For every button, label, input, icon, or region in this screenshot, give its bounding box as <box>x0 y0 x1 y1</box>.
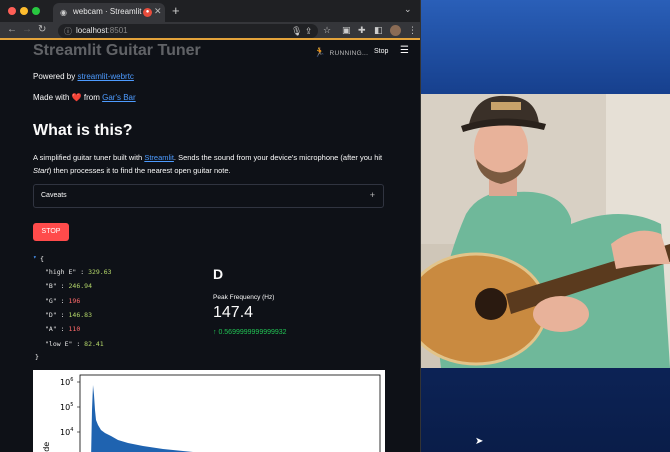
y-tick-label: 104 <box>60 427 73 437</box>
caveats-label: Caveats <box>41 192 67 199</box>
y-tick-label: 105 <box>60 402 73 412</box>
bookmark-star-icon[interactable]: ☆ <box>323 25 331 36</box>
y-axis-label: tude <box>42 442 51 452</box>
close-tab-icon[interactable]: ✕ <box>154 6 162 17</box>
mouse-cursor-icon: ➤ <box>475 436 484 447</box>
json-key: "A" <box>45 325 57 334</box>
json-row: "D" : 146.83 <box>45 311 92 319</box>
browser-menu-icon[interactable]: ⋮ <box>408 25 417 36</box>
running-status: 🏃 RUNNING... <box>314 47 368 58</box>
streamlit-link[interactable]: Streamlit <box>144 153 174 162</box>
json-value: 196 <box>68 296 81 305</box>
webcam-video-feed <box>421 94 670 368</box>
webcam-extension-icon[interactable]: ▣ <box>342 25 351 36</box>
json-separator: : <box>56 325 69 334</box>
minimize-window-button[interactable] <box>20 7 28 15</box>
json-separator: : <box>76 268 89 276</box>
json-open-brace: { <box>40 255 44 263</box>
stop-run-button[interactable]: Stop <box>374 48 388 55</box>
json-row: "high E" : 329.63 <box>45 268 112 276</box>
json-key: "D" <box>45 310 57 319</box>
gars-bar-link[interactable]: Gar's Bar <box>102 93 136 102</box>
frequency-spectrum-plot: 106 105 104 tude <box>33 370 385 452</box>
side-panel-icon[interactable]: ◧ <box>374 25 383 36</box>
metric-label: Peak Frequency (Hz) <box>213 294 275 301</box>
hamburger-menu-icon[interactable]: ☰ <box>400 45 409 56</box>
address-bar-row: ← → ↻ ⓘ localhost:8501 🎙 ⇪ ☆ ▣ ✚ ◧ ⋮ <box>0 22 420 40</box>
heart-icon: ❤️ <box>71 93 82 102</box>
stop-button[interactable]: STOP <box>33 223 69 241</box>
description-paragraph: A simplified guitar tuner built with Str… <box>33 153 383 175</box>
site-info-icon[interactable]: ⓘ <box>64 26 72 37</box>
json-key: "B" <box>45 282 57 291</box>
json-value: 110 <box>68 325 81 334</box>
spectrum-svg: 106 105 104 tude <box>42 374 381 452</box>
maximize-window-button[interactable] <box>32 7 40 15</box>
extensions-puzzle-icon[interactable]: ✚ <box>358 25 366 36</box>
section-heading: What is this? <box>33 122 133 139</box>
powered-by-line: Powered by streamlit-webrtc <box>33 72 134 81</box>
spectrum-trace <box>91 385 193 452</box>
url-port: :8501 <box>107 26 128 35</box>
json-value: 246.94 <box>68 282 92 291</box>
tab-bar: ◉ webcam · Streamlit ● ✕ + ⌄ <box>0 0 420 22</box>
caveats-expander[interactable]: Caveats + <box>33 184 384 208</box>
streamlit-webrtc-link[interactable]: streamlit-webrtc <box>77 72 133 81</box>
url-input[interactable]: ⓘ localhost:8501 🎙 ⇪ <box>58 24 318 38</box>
json-row: "G" : 196 <box>45 297 80 305</box>
tab-title: webcam · Streamlit <box>73 7 142 16</box>
json-row: "A" : 110 <box>45 325 80 333</box>
json-close-brace: } <box>35 353 39 361</box>
json-value: 329.63 <box>88 268 112 276</box>
json-key: "high E" <box>45 268 77 276</box>
metric-delta: ↑ 0.5699999999999932 <box>213 329 287 336</box>
json-separator: : <box>56 310 69 319</box>
running-figure-icon: 🏃 <box>314 47 326 57</box>
y-tick-label: 106 <box>60 377 73 387</box>
recording-indicator-icon: ● <box>143 8 152 17</box>
reload-icon[interactable]: ↻ <box>38 24 46 35</box>
new-tab-button[interactable]: + <box>172 3 180 18</box>
json-separator: : <box>72 339 85 348</box>
streamlit-app: Streamlit Guitar Tuner 🏃 RUNNING... Stop … <box>0 42 420 452</box>
close-window-button[interactable] <box>8 7 16 15</box>
streamlit-favicon-icon: ◉ <box>60 8 67 17</box>
back-arrow-icon[interactable]: ← <box>7 24 17 35</box>
guitar-soundhole <box>475 288 507 320</box>
json-value: 82.41 <box>84 339 104 348</box>
json-key: "G" <box>45 296 57 305</box>
made-with-line: Made with ❤️ from Gar's Bar <box>33 93 136 102</box>
json-separator: : <box>56 282 69 291</box>
plot-frame <box>79 374 381 452</box>
browser-window: ◉ webcam · Streamlit ● ✕ + ⌄ ← → ↻ ⓘ loc… <box>0 0 421 452</box>
json-separator: : <box>56 296 69 305</box>
browser-tab[interactable]: ◉ webcam · Streamlit ● ✕ <box>53 3 165 22</box>
collapse-caret-icon[interactable]: ▾ <box>33 254 37 261</box>
expand-plus-icon[interactable]: + <box>370 190 375 200</box>
tab-search-chevron-icon[interactable]: ⌄ <box>404 4 412 15</box>
json-key: "low E" <box>45 339 73 348</box>
url-host: localhost <box>76 26 108 35</box>
forward-arrow-icon[interactable]: → <box>22 24 32 35</box>
share-icon[interactable]: ⇪ <box>305 26 313 37</box>
nearest-note: D <box>213 266 224 282</box>
strumming-hand <box>533 296 589 332</box>
running-label: RUNNING... <box>329 50 369 57</box>
json-row: "low E" : 82.41 <box>45 340 104 348</box>
microphone-icon[interactable]: 🎙 <box>291 26 302 37</box>
json-value: 146.83 <box>68 310 92 319</box>
webcam-frame-svg <box>421 94 670 368</box>
metric-value: 147.4 <box>213 304 254 321</box>
json-row: "B" : 246.94 <box>45 282 92 290</box>
profile-avatar[interactable] <box>390 25 401 36</box>
page-title-faded: Streamlit Guitar Tuner <box>33 42 201 59</box>
